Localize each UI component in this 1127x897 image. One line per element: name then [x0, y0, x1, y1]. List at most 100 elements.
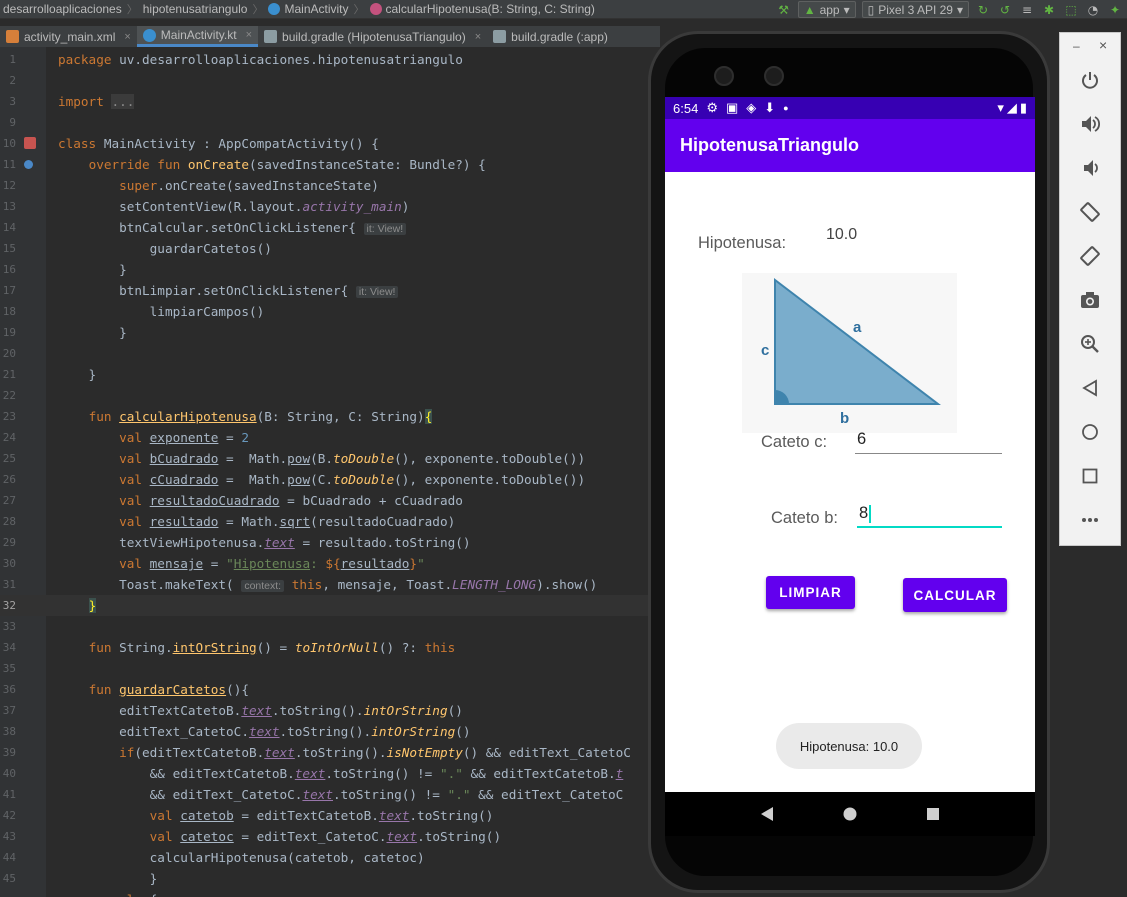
code-line: 42 val catetob = editTextCatetoB.text.to… — [0, 805, 660, 826]
tab-build-gradle-app[interactable]: build.gradle (:app) — [487, 26, 614, 47]
breadcrumb-separator: 〉 — [126, 3, 138, 16]
code-line: 43 val catetoc = editText_CatetoC.text.t… — [0, 826, 660, 847]
settings-icon: ⚙ — [706, 100, 718, 115]
folded-imports[interactable]: ... — [111, 94, 135, 109]
line-number: 32 — [2, 599, 16, 612]
navigation-bar: desarrolloaplicaciones 〉 hipotenusatrian… — [0, 0, 1127, 19]
stop-icon[interactable]: ✦ — [1107, 2, 1123, 18]
line-number: 39 — [2, 746, 16, 759]
back-icon[interactable] — [1060, 373, 1120, 403]
line-number: 28 — [2, 515, 16, 528]
line-number: 10 — [2, 137, 16, 150]
more-icon[interactable] — [1060, 505, 1120, 535]
override-icon[interactable] — [24, 160, 33, 169]
profiler-icon[interactable]: ◔ — [1085, 2, 1101, 18]
code-line: 14 btnCalcular.setOnClickListener{ it: V… — [0, 217, 660, 238]
code-text: val resultado = Math.sqrt(resultadoCuadr… — [119, 514, 456, 529]
home-icon[interactable] — [843, 807, 857, 821]
breadcrumb-project[interactable]: desarrolloaplicaciones — [0, 2, 125, 16]
status-bar: 6:54 ⚙ ▣ ◈ ⬇ ● ▾ ◢ ▮ — [665, 97, 1035, 119]
minimize-button[interactable]: – — [1073, 39, 1080, 53]
chevron-down-icon: ▾ — [843, 2, 850, 17]
code-text: } — [88, 598, 97, 613]
breadcrumb-class[interactable]: MainActivity — [265, 2, 351, 16]
gradle-file-icon — [264, 30, 278, 43]
line-number: 26 — [2, 473, 16, 486]
line-number: 9 — [9, 116, 16, 129]
chevron-down-icon: ▾ — [956, 2, 963, 17]
attach-debugger-icon[interactable]: ⬚ — [1063, 2, 1079, 18]
line-number: 36 — [2, 683, 16, 696]
code-text: val mensaje = "Hipotenusa: ${resultado}" — [119, 556, 425, 571]
phone-screen: 6:54 ⚙ ▣ ◈ ⬇ ● ▾ ◢ ▮ HipotenusaTriangulo… — [665, 97, 1035, 792]
inlay-hint: context: — [241, 580, 285, 592]
line-number: 30 — [2, 557, 16, 570]
limpiar-button[interactable]: LIMPIAR — [766, 576, 855, 609]
list-icon[interactable]: ≡ — [1019, 2, 1035, 18]
code-text: val exponente = 2 — [119, 430, 249, 445]
close-icon[interactable]: × — [124, 31, 130, 43]
tab-activity-main-xml[interactable]: activity_main.xml × — [0, 26, 137, 47]
line-number: 38 — [2, 725, 16, 738]
code-text: val catetob = editTextCatetoB.text.toStr… — [149, 808, 494, 823]
line-number: 13 — [2, 200, 16, 213]
code-line: 16 } — [0, 259, 660, 280]
camera-icon[interactable] — [1060, 285, 1120, 315]
code-line: 19 } — [0, 322, 660, 343]
build-hammer-icon[interactable]: ⚒ — [776, 2, 792, 18]
line-number: 27 — [2, 494, 16, 507]
code-text: guardarCatetos() — [58, 241, 272, 256]
breadcrumb-package[interactable]: hipotenusatriangulo — [140, 2, 251, 16]
cateto-b-input[interactable]: 8 — [857, 502, 1002, 528]
line-number: 43 — [2, 830, 16, 843]
code-line: 34 fun String.intOrString() = toIntOrNul… — [0, 637, 660, 658]
code-text: override fun onCreate(savedInstanceState… — [88, 157, 486, 172]
code-line: 33 — [0, 616, 660, 637]
overview-icon[interactable] — [1060, 461, 1120, 491]
debug-icon[interactable]: ✱ — [1041, 2, 1057, 18]
tab-build-gradle-project[interactable]: build.gradle (HipotenusaTriangulo) × — [258, 26, 487, 47]
tab-label: build.gradle (HipotenusaTriangulo) — [282, 29, 466, 44]
zoom-icon[interactable] — [1060, 329, 1120, 359]
inlay-hint: it: View! — [355, 286, 399, 298]
code-line: 3 import ... — [0, 91, 660, 112]
tab-mainactivity-kt[interactable]: MainActivity.kt × — [136, 26, 259, 47]
breadcrumb-method[interactable]: calcularHipotenusa(B: String, C: String) — [367, 2, 598, 16]
rotate-right-icon[interactable] — [1060, 241, 1120, 271]
overview-icon[interactable] — [926, 807, 940, 821]
back-icon[interactable] — [760, 806, 774, 822]
code-line: 1 package uv.desarrolloaplicaciones.hipot… — [0, 49, 660, 70]
run-config-select[interactable]: ▲ app ▾ — [797, 1, 856, 18]
code-text: } — [58, 871, 158, 886]
front-camera-icon — [764, 66, 784, 86]
device-select[interactable]: ▯ Pixel 3 API 29 ▾ — [861, 1, 969, 18]
cateto-c-input[interactable]: 6 — [855, 428, 1002, 454]
line-number: 15 — [2, 242, 16, 255]
line-number: 34 — [2, 641, 16, 654]
tab-label: build.gradle (:app) — [511, 29, 608, 44]
code-text: class MainActivity : AppCompatActivity()… — [58, 136, 379, 151]
home-icon[interactable] — [1060, 417, 1120, 447]
close-icon[interactable]: × — [475, 31, 481, 43]
close-icon[interactable]: × — [246, 29, 252, 41]
code-text: limpiarCampos() — [58, 304, 265, 319]
breadcrumb-separator: 〉 — [252, 3, 264, 16]
cateto-c-value: 6 — [857, 430, 867, 448]
apply-code-changes-icon[interactable]: ↺ — [997, 2, 1013, 18]
run-activity-icon[interactable] — [24, 137, 36, 149]
code-line: 17 btnLimpiar.setOnClickListener{ it: Vi… — [0, 280, 660, 301]
line-number: 40 — [2, 767, 16, 780]
device-icon: ▯ — [867, 2, 875, 17]
calcular-button[interactable]: CALCULAR — [903, 578, 1007, 612]
code-editor[interactable]: 1 package uv.desarrolloaplicaciones.hipot… — [0, 47, 660, 897]
line-number: 45 — [2, 872, 16, 885]
apply-changes-icon[interactable]: ↻ — [975, 2, 991, 18]
close-button[interactable]: × — [1099, 37, 1107, 53]
power-icon[interactable] — [1060, 65, 1120, 95]
rotate-left-icon[interactable] — [1060, 197, 1120, 227]
line-number: 18 — [2, 305, 16, 318]
code-line: 38 editText_CatetoC.text.toString().intO… — [0, 721, 660, 742]
volume-up-icon[interactable] — [1060, 109, 1120, 139]
code-line: 30 val mensaje = "Hipotenusa: ${resultad… — [0, 553, 660, 574]
volume-down-icon[interactable] — [1060, 153, 1120, 183]
